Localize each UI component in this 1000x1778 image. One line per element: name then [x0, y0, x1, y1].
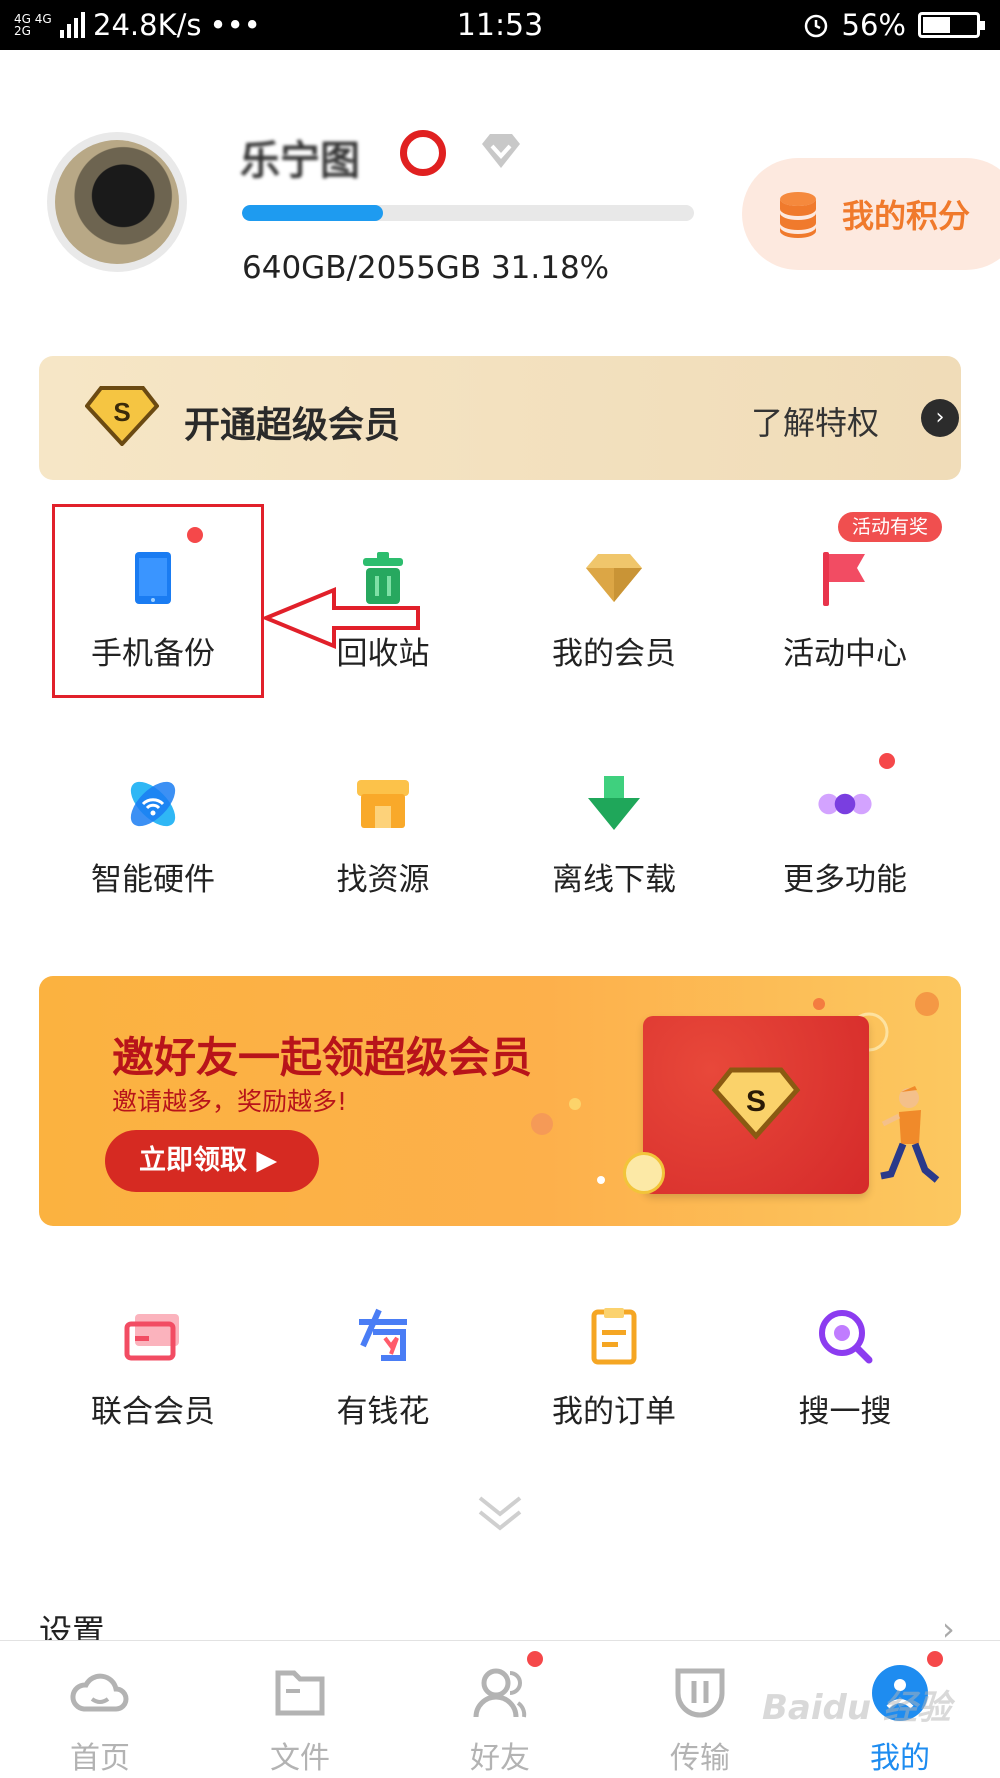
grid-item-my-membership[interactable]: 我的会员	[499, 548, 729, 698]
tab-home[interactable]: 首页	[0, 1641, 200, 1778]
grid-label: 我的订单	[552, 1394, 676, 1430]
username: 乐宁图	[240, 138, 360, 184]
grid-item-recycle-bin[interactable]: 回收站	[268, 548, 498, 698]
alarm-icon	[804, 14, 827, 38]
running-person-illustration	[880, 1086, 940, 1183]
tab-label: 我的	[870, 1741, 930, 1776]
tab-label: 传输	[670, 1741, 730, 1776]
smart-hardware-icon	[130, 781, 176, 827]
svg-text:S: S	[113, 397, 130, 427]
invite-title: 邀好友一起领超级会员	[112, 1033, 533, 1082]
tab-label: 首页	[70, 1741, 130, 1776]
highlight-box	[52, 504, 264, 698]
my-points-label: 我的积分	[842, 197, 971, 235]
grid-item-activity-center[interactable]: 活动中心	[730, 548, 960, 698]
my-points-button[interactable]: 我的积分	[742, 158, 1000, 270]
super-vip-s-icon: S	[85, 386, 159, 446]
tab-label: 好友	[470, 1741, 530, 1776]
grid-label: 找资源	[336, 862, 430, 898]
folder-icon	[275, 1670, 325, 1716]
download-icon	[588, 776, 640, 830]
flag-icon	[823, 552, 865, 606]
avatar[interactable]	[47, 132, 187, 272]
coins-icon	[780, 192, 816, 238]
invite-subtitle: 邀请越多，奖励越多!	[112, 1087, 348, 1116]
chevron-down-icon[interactable]	[476, 1492, 524, 1536]
order-icon	[591, 1308, 637, 1365]
super-vip-banner[interactable]: S 开通超级会员 了解特权 ›	[39, 356, 961, 480]
grid-label: 离线下载	[552, 862, 676, 898]
grid-label: 智能硬件	[91, 862, 215, 898]
shop-icon	[357, 780, 409, 828]
battery-percent: 56%	[841, 8, 906, 42]
status-bar: 4G 4G 2G 24.8K/s ••• 11:53 56%	[0, 0, 1000, 50]
grid-item-search[interactable]: 搜一搜	[730, 1306, 960, 1456]
trash-icon	[363, 552, 403, 604]
grid-label: 搜一搜	[798, 1394, 892, 1430]
battery-icon	[918, 12, 985, 38]
status-right: 56%	[802, 8, 985, 42]
red-envelope-illustration: S	[643, 1016, 869, 1194]
grid-item-find-resources[interactable]: 找资源	[268, 774, 498, 924]
arrow-right-icon[interactable]: ›	[921, 399, 959, 437]
storage-progress-fill	[242, 205, 383, 221]
tab-friends[interactable]: 好友	[400, 1641, 600, 1778]
grid-label: 回收站	[336, 636, 430, 672]
grid-label: 联合会员	[91, 1394, 215, 1430]
notification-dot	[879, 753, 895, 769]
diamond-icon	[586, 554, 642, 602]
card-icon	[124, 1314, 179, 1361]
tab-label: 文件	[270, 1741, 330, 1776]
more-dots-icon	[818, 793, 872, 815]
vip-diamond-icon[interactable]	[478, 132, 524, 170]
transfer-icon	[675, 1668, 725, 1718]
invite-friends-banner[interactable]: 邀好友一起领超级会员 邀请越多，奖励越多! 立即领取 ▶ S	[39, 976, 961, 1226]
grid-item-easy-loan[interactable]: 有钱花	[268, 1306, 498, 1456]
storage-usage: 640GB/2055GB 31.18%	[242, 250, 610, 286]
tab-files[interactable]: 文件	[200, 1641, 400, 1778]
avatar-photo	[55, 140, 179, 264]
grid-item-more-features[interactable]: 更多功能	[730, 774, 960, 924]
claim-now-button[interactable]: 立即领取 ▶	[105, 1130, 319, 1192]
grid-item-my-orders[interactable]: 我的订单	[499, 1306, 729, 1456]
battery-level	[923, 17, 951, 33]
learn-privileges-link[interactable]: 了解特权	[751, 398, 879, 444]
home-cloud-icon	[70, 1673, 129, 1712]
grid-item-smart-hardware[interactable]: 智能硬件	[38, 774, 268, 924]
promo-badge: 活动有奖	[838, 512, 943, 542]
svg-text:S: S	[746, 1085, 766, 1118]
grid-label: 我的会员	[552, 636, 676, 672]
coin-icon	[623, 1152, 665, 1194]
vip-status-icon	[400, 130, 446, 176]
grid-label: 有钱花	[336, 1394, 430, 1430]
grid-item-joint-membership[interactable]: 联合会员	[38, 1306, 268, 1456]
super-vip-title: 开通超级会员	[184, 405, 401, 446]
friends-icon	[473, 1668, 527, 1718]
search-icon	[819, 1310, 873, 1364]
watermark: Baidu 经验	[762, 1688, 951, 1728]
notification-dot	[927, 1651, 943, 1667]
notification-dot	[527, 1651, 543, 1667]
grid-label: 更多功能	[783, 862, 907, 898]
grid-item-offline-download[interactable]: 离线下载	[499, 774, 729, 924]
grid-label: 活动中心	[783, 636, 907, 672]
envelope-s-icon: S	[711, 1067, 801, 1140]
money-icon	[359, 1308, 407, 1361]
storage-progress	[242, 205, 694, 221]
